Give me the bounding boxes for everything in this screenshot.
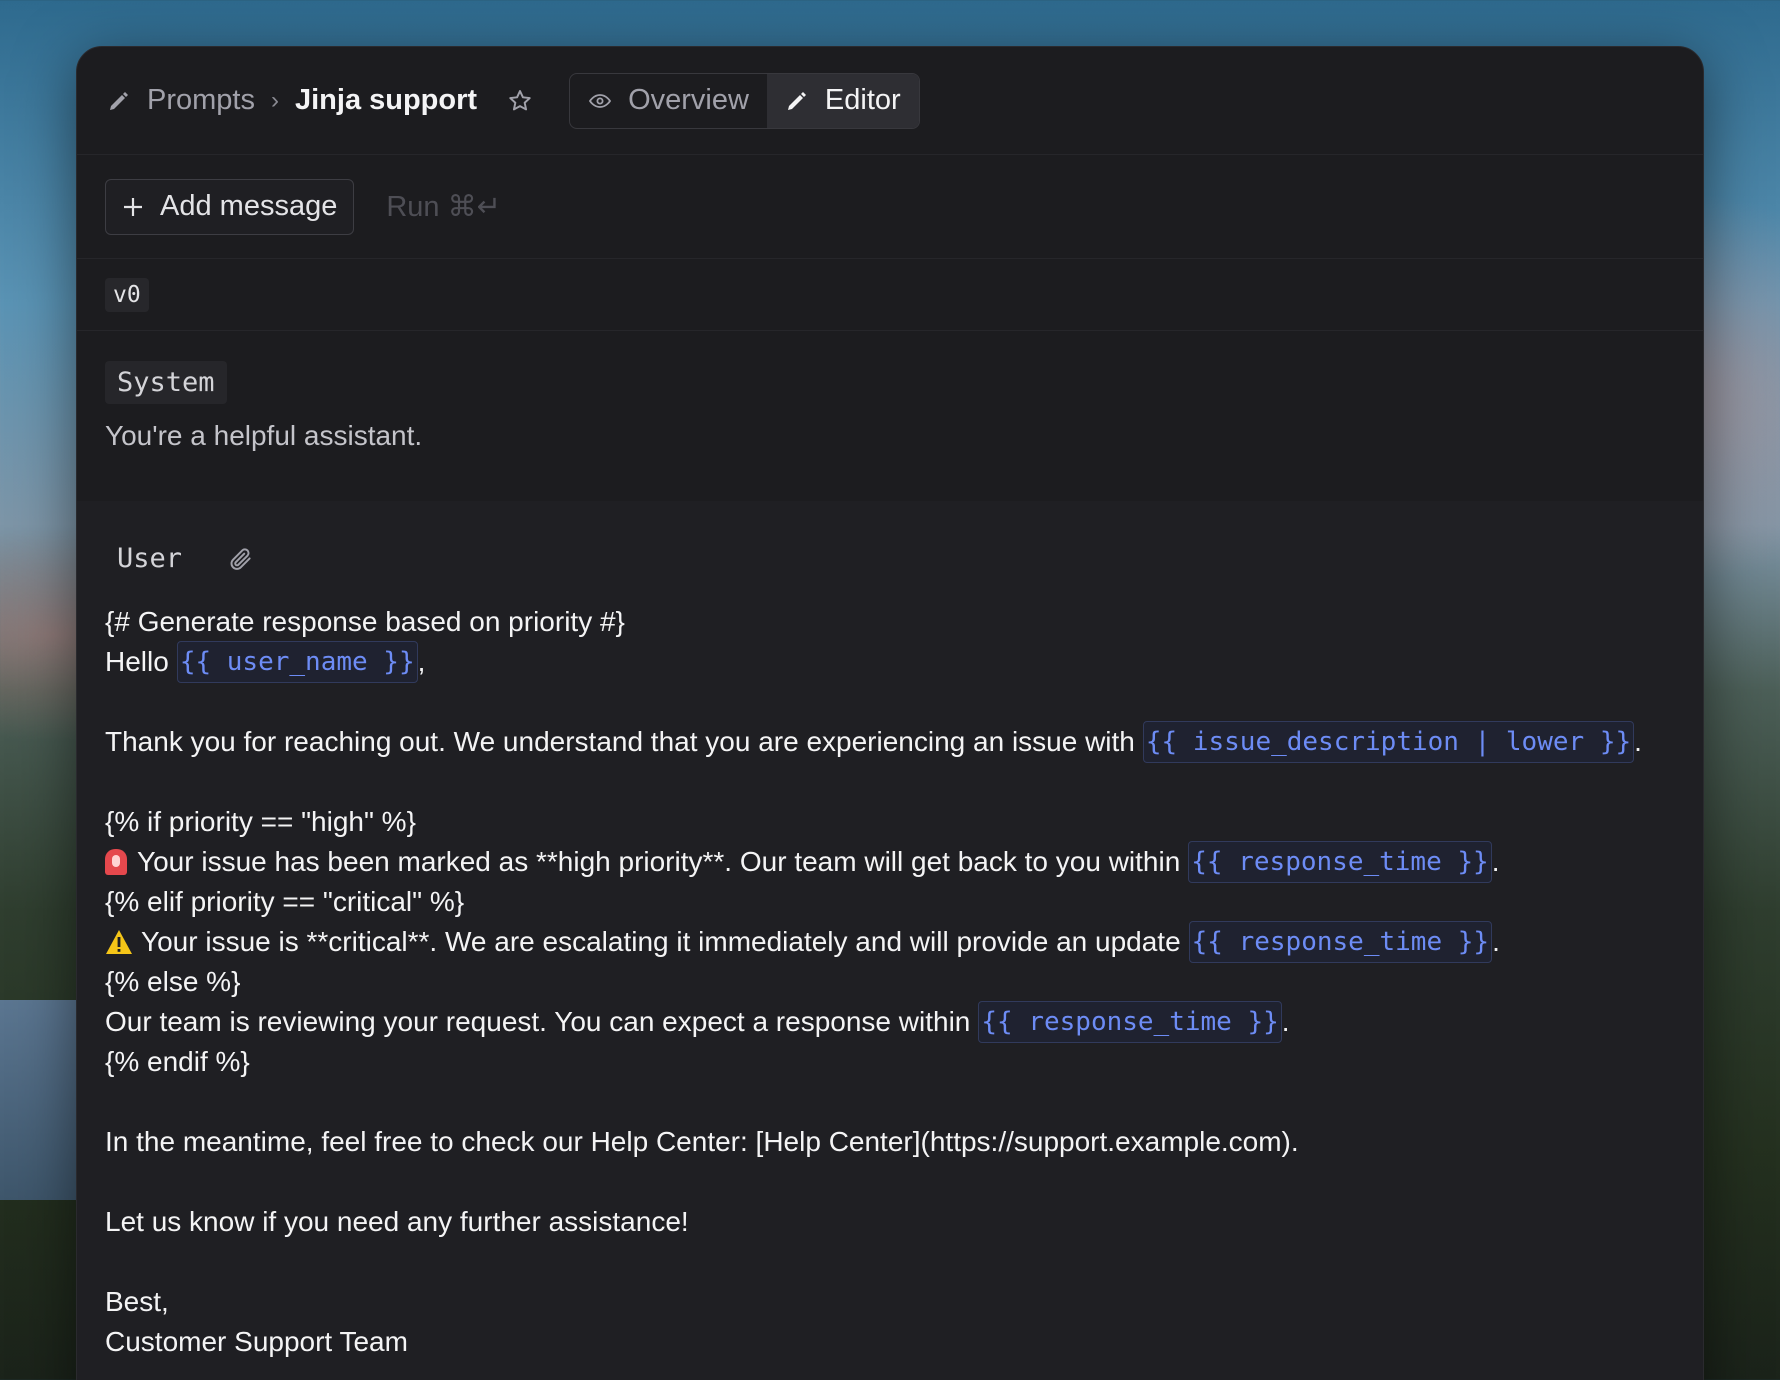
message-line: Thank you for reaching out. We understan…	[105, 721, 1675, 763]
star-icon[interactable]	[507, 88, 533, 114]
line-text: .	[1492, 926, 1500, 957]
line-text: Our team is reviewing your request. You …	[105, 1006, 971, 1037]
view-tabs: Overview Editor	[569, 72, 920, 129]
line-text: {% else %}	[105, 966, 241, 997]
variable-chip[interactable]: {{ response_time }}	[1188, 841, 1492, 883]
breadcrumb-separator: ›	[270, 86, 279, 114]
line-text: {% elif priority == "critical" %}	[105, 886, 465, 917]
app-window: Prompts › Jinja support Overview Editor	[76, 46, 1704, 1380]
system-message: System You're a helpful assistant.	[77, 331, 1703, 501]
message-line: Your issue is **critical**. We are escal…	[105, 921, 1675, 963]
tab-overview-label: Overview	[628, 84, 749, 116]
paperclip-icon[interactable]	[228, 546, 254, 572]
variable-chip[interactable]: {{ user_name }}	[176, 641, 418, 683]
user-message-header: User	[105, 537, 1675, 580]
plus-icon	[124, 197, 142, 216]
add-message-button[interactable]: Add message	[105, 178, 355, 235]
toolbar: Add message Run ⌘↵	[77, 155, 1703, 259]
message-line: {# Generate response based on priority #…	[105, 602, 1675, 642]
eye-icon	[589, 93, 612, 108]
system-message-text[interactable]: You're a helpful assistant.	[105, 420, 1675, 452]
line-text: Your issue is **critical**. We are escal…	[141, 926, 1181, 957]
line-text: {% endif %}	[105, 1046, 250, 1077]
line-text: {# Generate response based on priority #…	[105, 606, 625, 637]
siren-icon	[105, 849, 127, 875]
header: Prompts › Jinja support Overview Editor	[77, 47, 1703, 155]
variable-chip[interactable]: {{ issue_description | lower }}	[1142, 721, 1635, 763]
line-text: Hello	[105, 646, 169, 677]
variable-chip[interactable]: {{ response_time }}	[1188, 921, 1493, 963]
user-role-badge[interactable]: User	[105, 537, 194, 580]
tab-editor-label: Editor	[824, 84, 901, 116]
run-button[interactable]: Run ⌘↵	[386, 189, 501, 224]
line-text: .	[1634, 726, 1642, 757]
user-message: User {# Generate response based on prior…	[77, 501, 1703, 1380]
message-line: Customer Support Team	[105, 1322, 1675, 1362]
line-text: Customer Support Team	[105, 1326, 408, 1357]
line-text: ,	[417, 646, 426, 677]
line-text: .	[1281, 1006, 1290, 1037]
version-row: v0	[77, 259, 1703, 331]
line-text: {% if priority == "high" %}	[105, 806, 416, 837]
message-line: Let us know if you need any further assi…	[105, 1202, 1675, 1242]
line-text: In the meantime, feel free to check our …	[105, 1126, 1299, 1157]
system-role-badge[interactable]: System	[105, 361, 227, 404]
line-text: Best,	[105, 1286, 169, 1317]
user-message-editor[interactable]: {# Generate response based on priority #…	[105, 602, 1675, 1362]
message-line: Our team is reviewing your request. You …	[105, 1001, 1675, 1043]
add-message-label: Add message	[160, 190, 338, 222]
message-line: {% endif %}	[105, 1042, 1675, 1082]
message-line: In the meantime, feel free to check our …	[105, 1122, 1675, 1162]
message-line: {% elif priority == "critical" %}	[105, 882, 1675, 922]
line-text: Let us know if you need any further assi…	[105, 1206, 689, 1237]
line-text: Your issue has been marked as **high pri…	[137, 846, 1181, 877]
pencil-icon	[787, 91, 806, 110]
message-line: Your issue has been marked as **high pri…	[105, 841, 1675, 883]
breadcrumb: Prompts › Jinja support	[107, 84, 477, 117]
line-text: .	[1491, 846, 1500, 877]
message-line: {% else %}	[105, 962, 1675, 1002]
page-title: Jinja support	[294, 84, 478, 116]
message-line: Best,	[105, 1282, 1675, 1322]
message-line: Hello{{ user_name }},	[105, 641, 1675, 683]
tab-editor[interactable]: Editor	[766, 73, 919, 128]
warning-icon	[106, 930, 132, 954]
breadcrumb-prompts-link[interactable]: Prompts	[147, 84, 255, 117]
variable-chip[interactable]: {{ response_time }}	[978, 1001, 1282, 1043]
line-text: Thank you for reaching out. We understan…	[105, 726, 1135, 757]
pencil-icon	[110, 91, 128, 110]
version-badge[interactable]: v0	[105, 277, 149, 312]
message-line: {% if priority == "high" %}	[105, 802, 1675, 842]
tab-overview[interactable]: Overview	[570, 74, 767, 128]
